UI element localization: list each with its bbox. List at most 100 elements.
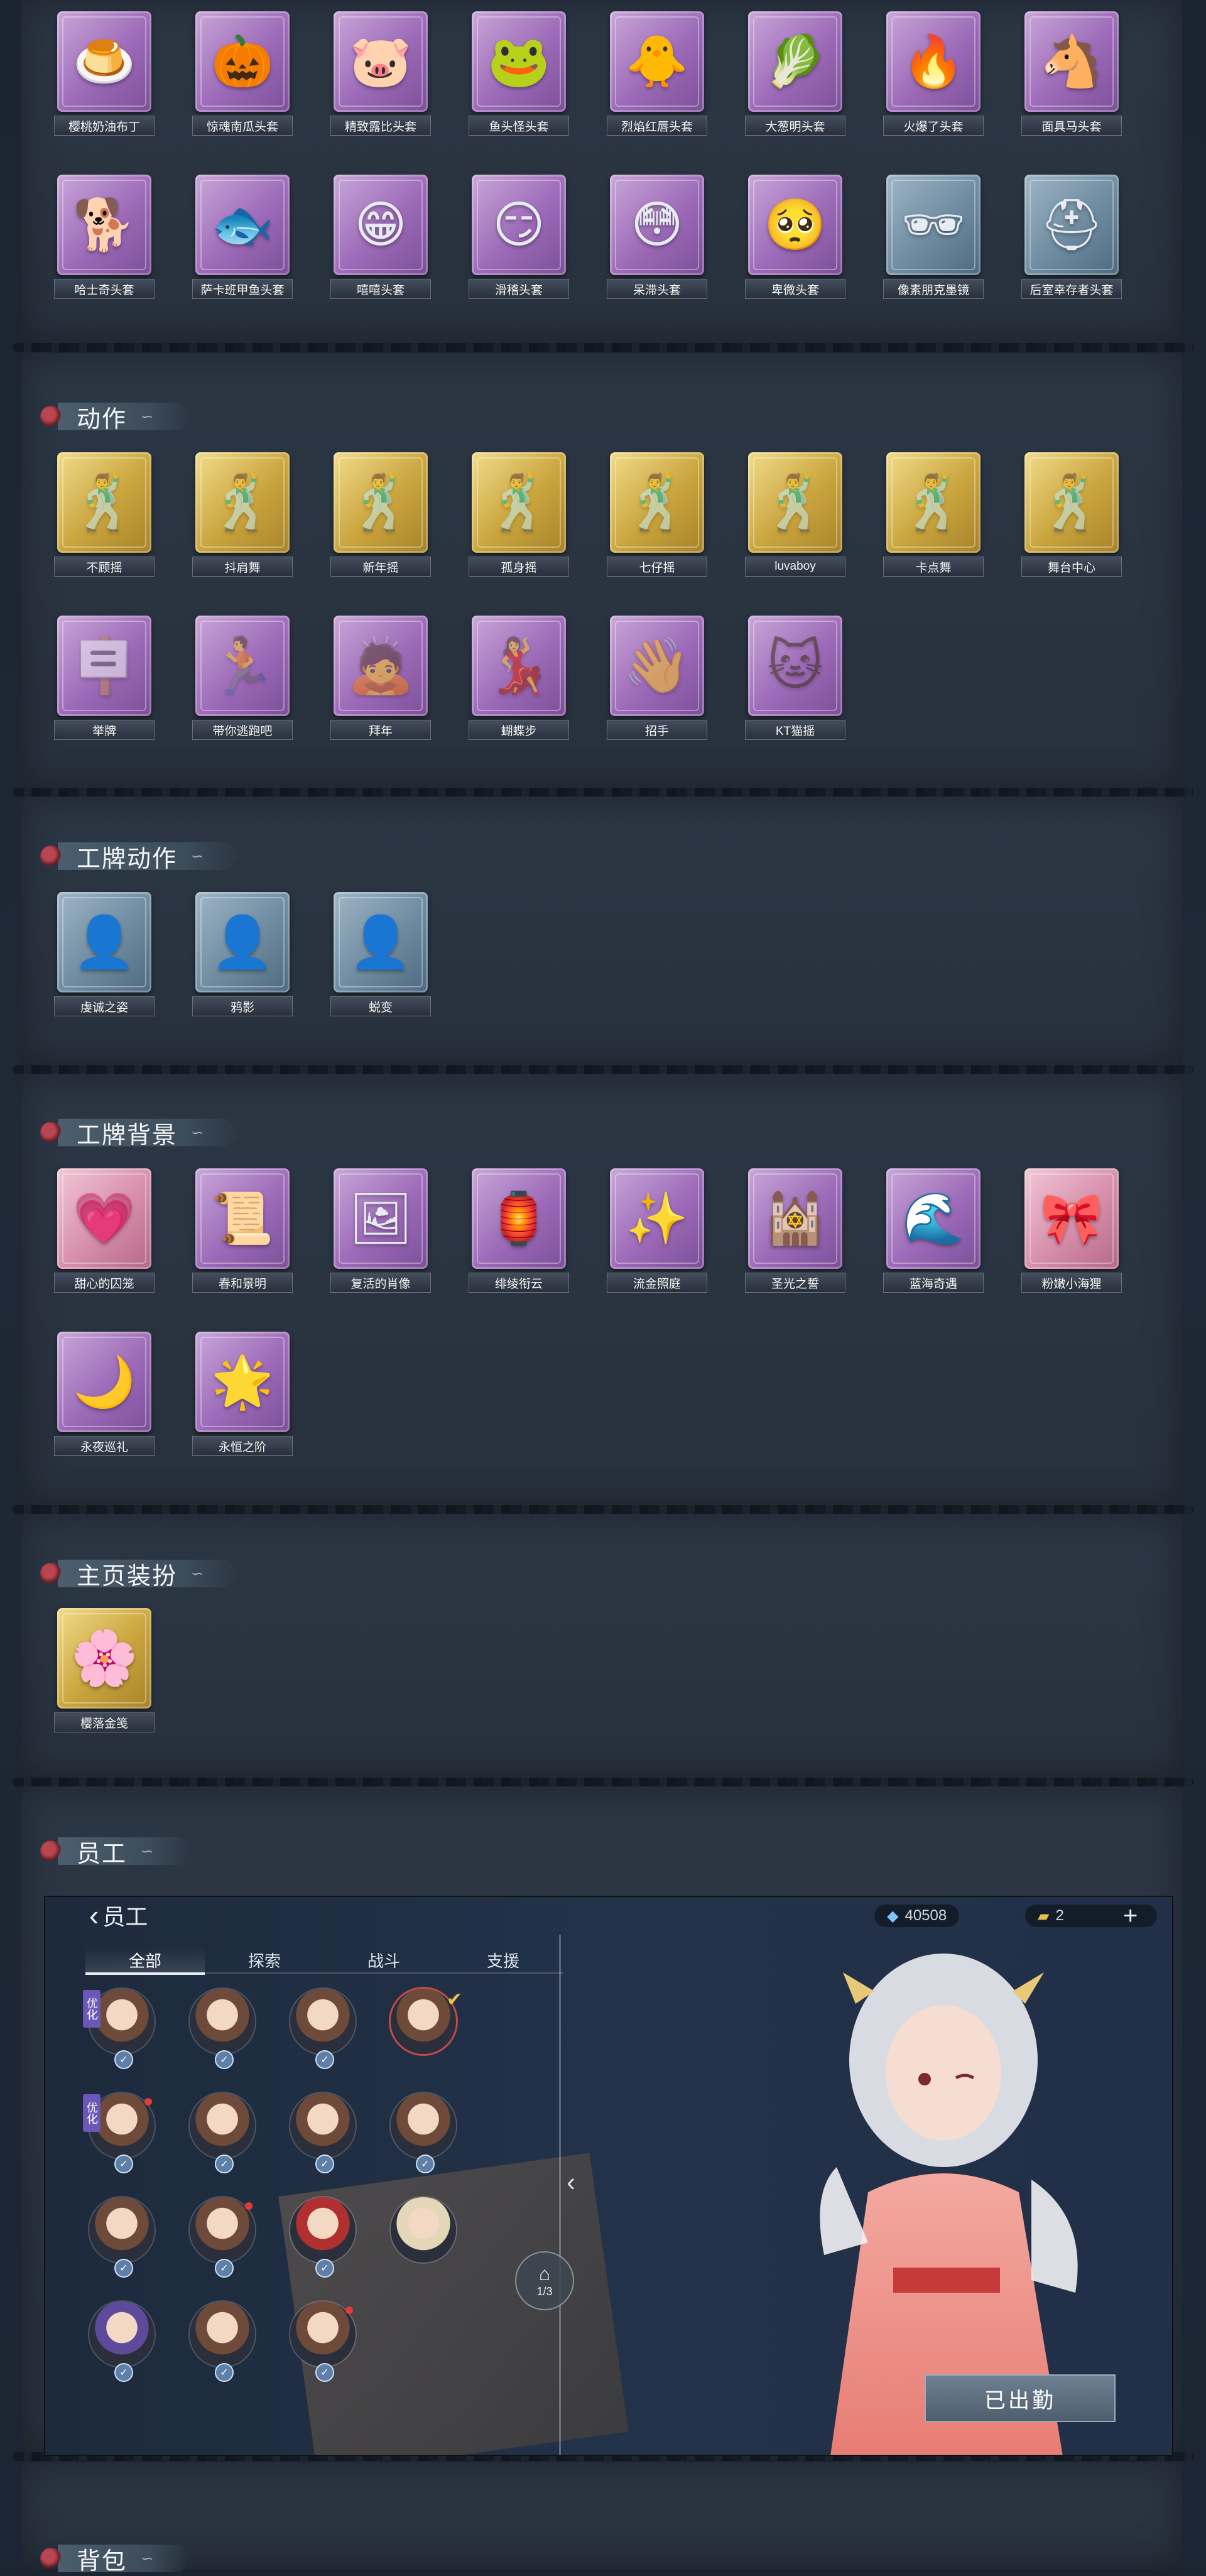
mask-item[interactable]: 🔥 火爆了头套 [883,11,984,137]
mask-item[interactable]: 🥬 大葱明头套 [745,11,845,137]
badge-bg-item[interactable]: 🌟 永恒之阶 [192,1332,293,1457]
mask-grid-row2: 🐕 哈士奇头套 🐟 萨卡班甲鱼头套 😁 嘻嘻头套 😏 滑稽头套 😳 呆滞头套 🥺 卑微头套 … [54,175,1122,300]
dispatched-icon: ✔ [446,1989,462,2010]
pig-icon: 🐷 [349,33,412,89]
currency-1-value: 40508 [905,1907,947,1924]
action-item[interactable]: 💃 蝴蝶步 [469,616,569,741]
gold-bar-icon: ▰ [1038,1907,1050,1925]
mask-item[interactable]: 🐕 哈士奇头套 [54,175,155,300]
badge-bg-item[interactable]: 📜 春和景明 [192,1168,293,1294]
badge-bg-item[interactable]: 💗 甜心的囚笼 [54,1168,155,1294]
staff-portrait[interactable]: ✓ [83,2197,161,2278]
badge-bg-item[interactable]: 🏮 绯绫衔云 [469,1168,569,1294]
swirl-icon: ∽ [141,2550,154,2567]
action-item[interactable]: 🕺 七仔摇 [607,452,707,578]
action-item[interactable]: 🕺 抖肩舞 [192,452,293,578]
dispatch-button[interactable]: 已出勤 [925,2374,1116,2422]
action-card: 🕺 [472,452,566,553]
section-divider [13,788,1193,796]
section-divider [13,343,1193,352]
avatar [290,2197,356,2263]
staff-portrait[interactable] [384,2197,462,2278]
badge-action-card: 👤 [57,892,151,992]
tab-explore[interactable]: 探索 [205,1947,324,1974]
currency-1: ◆ 40508 [874,1905,960,1927]
action-item[interactable]: 🕺 舞台中心 [1021,452,1122,578]
staff-portrait[interactable]: ✓ [183,2302,261,2382]
action-item[interactable]: 🕺 卡点舞 [883,452,984,578]
tab-combat[interactable]: 战斗 [324,1947,443,1974]
item-label: 惊魂南瓜头套 [192,116,293,136]
mask-card: 😳 [610,175,704,275]
badge-action-item[interactable]: 👤 蜕变 [330,892,431,1018]
staff-portrait[interactable]: 优化 ✓ [83,2093,161,2173]
item-label: 萨卡班甲鱼头套 [192,279,293,299]
mask-card: 🔥 [886,11,981,112]
badge-bg-item[interactable]: ✨ 流金照庭 [607,1168,707,1294]
badge-bg-item[interactable]: 🎀 粉嫩小海狸 [1021,1168,1122,1294]
badge-bg-item[interactable]: 🖼 复活的肖像 [330,1168,431,1294]
mask-item[interactable]: 🕶 像素朋克墨镜 [883,175,984,300]
staff-portrait[interactable]: ✓ [284,2197,362,2278]
mask-item[interactable]: 🐟 萨卡班甲鱼头套 [192,175,293,300]
badge-bg-item[interactable]: 🕍 圣光之誓 [745,1168,845,1294]
section-title: 员工 [77,1840,128,1867]
item-label: 七仔摇 [607,557,707,577]
action-card: 💃 [472,616,566,716]
dancer-silhouette-icon: 🕺 [1038,472,1106,533]
action-item[interactable]: 🪧 举牌 [54,616,155,741]
bag-panel [21,2462,1182,2569]
action-item[interactable]: 🕺 不顾摇 [54,452,155,578]
section-title: 主页装扮 [77,1563,178,1590]
badge-action-item[interactable]: 👤 鸦影 [192,892,293,1018]
staff-portrait[interactable]: ✓ [284,1989,362,2069]
staff-portrait[interactable]: ✔ [384,1989,462,2069]
back-icon[interactable]: ‹ [89,1898,99,1932]
mask-item[interactable]: 😳 呆滞头套 [607,175,707,300]
badge-action-item[interactable]: 👤 虔诚之姿 [54,892,155,1018]
badge-bg-item[interactable]: 🌊 蓝海奇遇 [883,1168,984,1294]
action-item[interactable]: 🕺 新年摇 [330,452,431,578]
check-icon: ✓ [315,2363,334,2382]
staff-portrait[interactable]: ✓ [183,2197,261,2278]
map-button[interactable]: ⌂ 1/3 [515,2251,574,2310]
avatar [190,2302,255,2367]
dancer-silhouette-icon: 🕺 [485,472,553,533]
staff-portrait[interactable]: ✓ [384,2093,462,2173]
mask-item[interactable]: 🐷 精致露比头套 [330,11,431,137]
staff-portrait[interactable]: 优化 ✓ [83,1989,161,2069]
mask-item[interactable]: 🐴 面具马头套 [1021,11,1122,137]
home-item[interactable]: 🌸 樱落金笺 [54,1608,155,1734]
action-item[interactable]: 🏃 带你逃跑吧 [192,616,293,741]
action-item[interactable]: 🕺 luvaboy [745,452,845,578]
mask-item[interactable]: 🐥 烈焰红唇头套 [607,11,707,137]
staff-portrait[interactable]: ✓ [183,1989,261,2069]
add-icon[interactable]: + [1123,1902,1138,1930]
staff-portrait[interactable]: ✓ [284,2302,362,2382]
mask-item[interactable]: 😁 嘻嘻头套 [330,175,431,300]
action-item[interactable]: 🙇 拜年 [330,616,431,741]
staff-portrait[interactable]: ✓ [284,2093,362,2173]
action-card: 🕺 [57,452,151,553]
badge-bg-item[interactable]: 🌙 永夜巡礼 [54,1332,155,1457]
mask-item[interactable]: 🍮 樱桃奶油布丁 [54,11,155,137]
notification-dot [345,2307,353,2314]
staff-portrait[interactable]: ✓ [83,2302,161,2382]
section-band: 背包 ∽ [58,2545,192,2572]
tab-support[interactable]: 支援 [443,1947,563,1974]
mask-item[interactable]: 🎃 惊魂南瓜头套 [192,11,293,137]
mask-item[interactable]: 😏 滑稽头套 [469,175,569,300]
building-icon: ⌂ [538,2263,551,2285]
action-item[interactable]: 🐱 KT猫摇 [745,616,845,741]
tab-all[interactable]: 全部 [85,1947,205,1975]
mask-item[interactable]: 🥺 卑微头套 [745,175,845,300]
action-item[interactable]: 🕺 孤身摇 [469,452,569,578]
action-item[interactable]: 👋 招手 [607,616,707,741]
mask-item[interactable]: 🐸 鱼头怪头套 [469,11,569,137]
staff-portrait-grid: 优化 ✓ ✓ ✓ ✔ 优化 ✓ ✓ ✓ ✓ ✓ ✓ ✓ ✓ ✓ ✓ [83,1989,462,2382]
chevron-left-icon[interactable]: ‹ [567,2167,575,2197]
staff-portrait[interactable]: ✓ [183,2093,261,2173]
check-icon: ✓ [315,2259,334,2278]
mask-item[interactable]: ⛑ 后室幸存者头套 [1021,175,1122,300]
mask-card: 🐷 [334,11,428,112]
